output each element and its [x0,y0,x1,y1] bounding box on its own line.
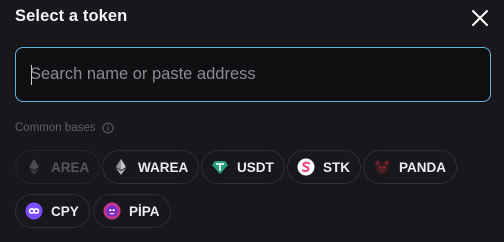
pipa-token-icon [103,202,121,220]
search-box [15,47,491,102]
token-symbol: PANDA [399,159,446,175]
panda-token-icon [375,160,389,174]
token-chip-warea[interactable]: WAREA [102,150,200,184]
close-icon[interactable] [470,8,490,28]
token-symbol: AREA [51,159,90,175]
token-symbol: PİPA [129,203,160,219]
info-icon[interactable] [102,122,114,134]
common-bases-label: Common bases [15,122,114,134]
token-symbol: WAREA [138,159,189,175]
warea-token-icon [116,159,126,175]
token-symbol: STK [323,159,350,175]
common-bases-text: Common bases [15,122,96,134]
stk-token-icon [297,158,315,176]
area-token-icon [29,159,39,175]
text-caret [31,65,32,85]
token-chip-pipa[interactable]: PİPA [93,194,171,228]
token-chip-stk[interactable]: STK [287,150,361,184]
usdt-token-icon [212,161,228,174]
modal-title: Select a token [15,7,128,25]
token-symbol: CPY [51,203,79,219]
token-chip-usdt[interactable]: USDT [201,150,285,184]
cpy-token-icon [25,202,43,220]
search-input[interactable] [30,48,470,101]
token-symbol: USDT [237,159,274,175]
token-chip-panda[interactable]: PANDA [363,150,457,184]
token-chip-area: AREA [15,150,101,184]
token-chip-cpy[interactable]: CPY [15,194,90,228]
